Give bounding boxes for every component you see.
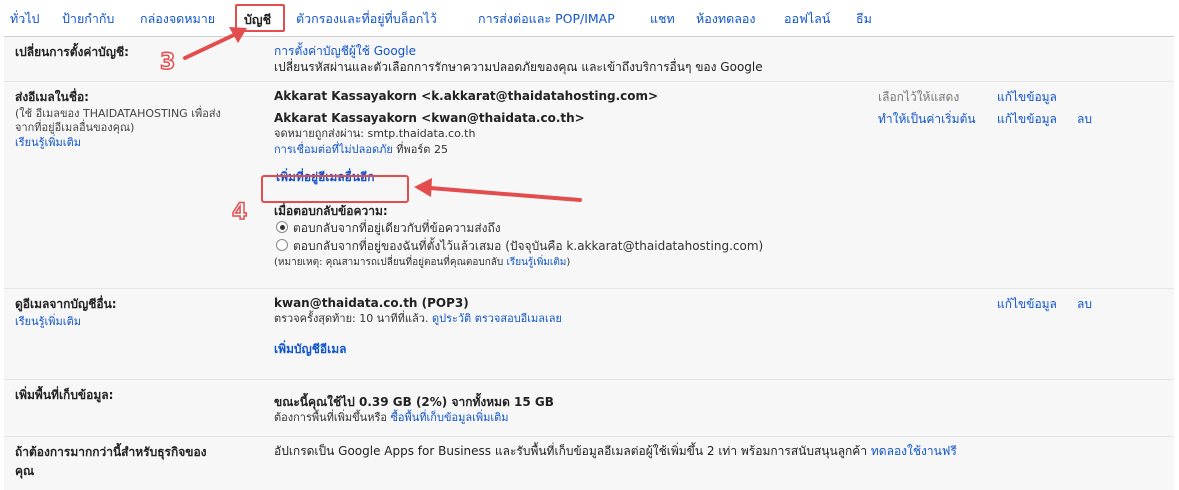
change-settings-desc: เปลี่ยนรหัสผ่านและตัวเลือกการรักษาความปล… — [274, 60, 763, 74]
reply-learn-more-link[interactable]: เรียนรู้เพิ่มเติม — [506, 257, 566, 268]
storage-row: เพิ่มพื้นที่เก็บข้อมูล: ขณะนี้คุณใช้ไป 0… — [4, 379, 1174, 436]
check-mail-learn-more-link[interactable]: เรียนรู้เพิ่มเติม — [15, 315, 81, 328]
tab-inbox[interactable]: กล่องจดหมาย — [140, 9, 215, 29]
buy-storage-link[interactable]: ซื้อพื้นที่เก็บข้อมูลเพิ่มเติม — [390, 411, 508, 424]
need-more-text: ต้องการพื้นที่เพิ่มขึ้นหรือ — [274, 411, 391, 424]
business-title-2: คุณ — [15, 464, 35, 478]
send-as-subtitle-2: จากที่อยู่อีเมลอื่นของคุณ) — [15, 121, 135, 134]
tab-labs[interactable]: ห้องทดลอง — [696, 9, 755, 29]
radio-selected-icon[interactable] — [276, 221, 288, 233]
storage-usage: ขณะนี้คุณใช้ไป 0.39 GB (2%) จากทั้งหมด 1… — [274, 395, 554, 409]
send-as-address-1: Akkarat Kassayakorn <k.akkarat@thaidatah… — [274, 89, 659, 103]
send-as-title: ส่งอีเมลในชื่อ: — [15, 90, 89, 104]
mail-sent-via: จดหมายถูกส่งผ่าน: smtp.thaidata.co.th — [274, 127, 476, 140]
storage-title: เพิ่มพื้นที่เก็บข้อมูล: — [15, 388, 114, 402]
insecure-connection-link[interactable]: การเชื่อมต่อที่ไม่ปลอดภัย — [274, 143, 393, 156]
tab-filters[interactable]: ตัวกรองและที่อยู่ที่บล็อกไว้ — [296, 9, 437, 29]
reply-note: (หมายเหตุ: คุณสามารถเปลี่ยนที่อยู่ตอนที่… — [274, 257, 571, 268]
tab-themes[interactable]: ธีม — [856, 9, 872, 29]
tab-offline[interactable]: ออฟไลน์ — [784, 9, 830, 29]
default-label: เลือกไว้ให้แสดง — [878, 90, 960, 104]
check-mail-now-link[interactable]: ตรวจสอบอีเมลเลย — [475, 312, 562, 325]
edit-address-1-link[interactable]: แก้ไขข้อมูล — [997, 88, 1057, 107]
delete-pop3-link[interactable]: ลบ — [1077, 295, 1092, 314]
reply-option-default[interactable]: ตอบกลับจากที่อยู่ของฉันที่ตั้งไว้แล้วเสม… — [276, 237, 763, 256]
free-trial-link[interactable]: ทดลองใช้งานฟรี — [871, 444, 957, 458]
pop3-account: kwan@thaidata.co.th (POP3) — [274, 296, 469, 310]
port-text: ที่พอร์ต 25 — [392, 143, 448, 156]
step-4-marker: 4 — [231, 199, 248, 226]
tab-labels[interactable]: ป้ายกำกับ — [62, 9, 114, 29]
add-address-highlight — [261, 175, 409, 203]
business-row: ถ้าต้องการมากกว่านี้สำหรับธุรกิจของ คุณ … — [4, 436, 1174, 490]
send-as-row: ส่งอีเมลในชื่อ: (ใช้ อีเมลของ THAIDATAHO… — [4, 81, 1174, 288]
check-mail-title: ดูอีเมลจากบัญชีอื่น: — [15, 297, 117, 311]
business-desc: อัปเกรดเป็น Google Apps for Business และ… — [274, 444, 871, 458]
edit-address-2-link[interactable]: แก้ไขข้อมูล — [997, 110, 1057, 129]
send-as-address-2: Akkarat Kassayakorn <kwan@thaidata.co.th… — [274, 111, 585, 125]
make-default-link[interactable]: ทำให้เป็นค่าเริ่มต้น — [878, 110, 976, 129]
last-checked: ตรวจครั้งสุดท้าย: 10 นาทีที่แล้ว. — [274, 312, 432, 325]
arrow-to-add-address — [414, 178, 582, 202]
change-settings-row: เปลี่ยนการตั้งค่าบัญชี: การตั้งค่าบัญชีผ… — [4, 36, 1174, 81]
send-as-subtitle-1: (ใช้ อีเมลของ THAIDATAHOSTING เพื่อส่ง — [15, 107, 221, 120]
step-3-marker: 3 — [159, 49, 176, 76]
view-history-link[interactable]: ดูประวัติ — [432, 312, 471, 325]
google-account-settings-link[interactable]: การตั้งค่าบัญชีผู้ใช้ Google — [274, 44, 416, 58]
reply-option-same[interactable]: ตอบกลับจากที่อยู่เดียวกับที่ข้อความส่งถึ… — [276, 219, 501, 238]
radio-unselected-icon[interactable] — [276, 239, 288, 251]
check-mail-row: ดูอีเมลจากบัญชีอื่น: เรียนรู้เพิ่มเติม k… — [4, 288, 1174, 379]
change-settings-title: เปลี่ยนการตั้งค่าบัญชี: — [15, 45, 129, 59]
tab-forwarding[interactable]: การส่งต่อและ POP/IMAP — [478, 9, 615, 29]
delete-address-2-link[interactable]: ลบ — [1077, 110, 1092, 129]
business-title-1: ถ้าต้องการมากกว่านี้สำหรับธุรกิจของ — [15, 445, 207, 459]
edit-pop3-link[interactable]: แก้ไขข้อมูล — [997, 295, 1057, 314]
add-mail-account-link[interactable]: เพิ่มบัญชีอีเมล — [274, 342, 346, 356]
tab-chat[interactable]: แชท — [650, 9, 675, 29]
settings-table: เปลี่ยนการตั้งค่าบัญชี: การตั้งค่าบัญชีผ… — [4, 36, 1174, 490]
settings-tab-bar: ทั่วไป ป้ายกำกับ กล่องจดหมาย บัญชี ตัวกร… — [0, 0, 1179, 36]
tab-general[interactable]: ทั่วไป — [10, 9, 39, 29]
send-as-learn-more-link[interactable]: เรียนรู้เพิ่มเติม — [15, 136, 81, 149]
